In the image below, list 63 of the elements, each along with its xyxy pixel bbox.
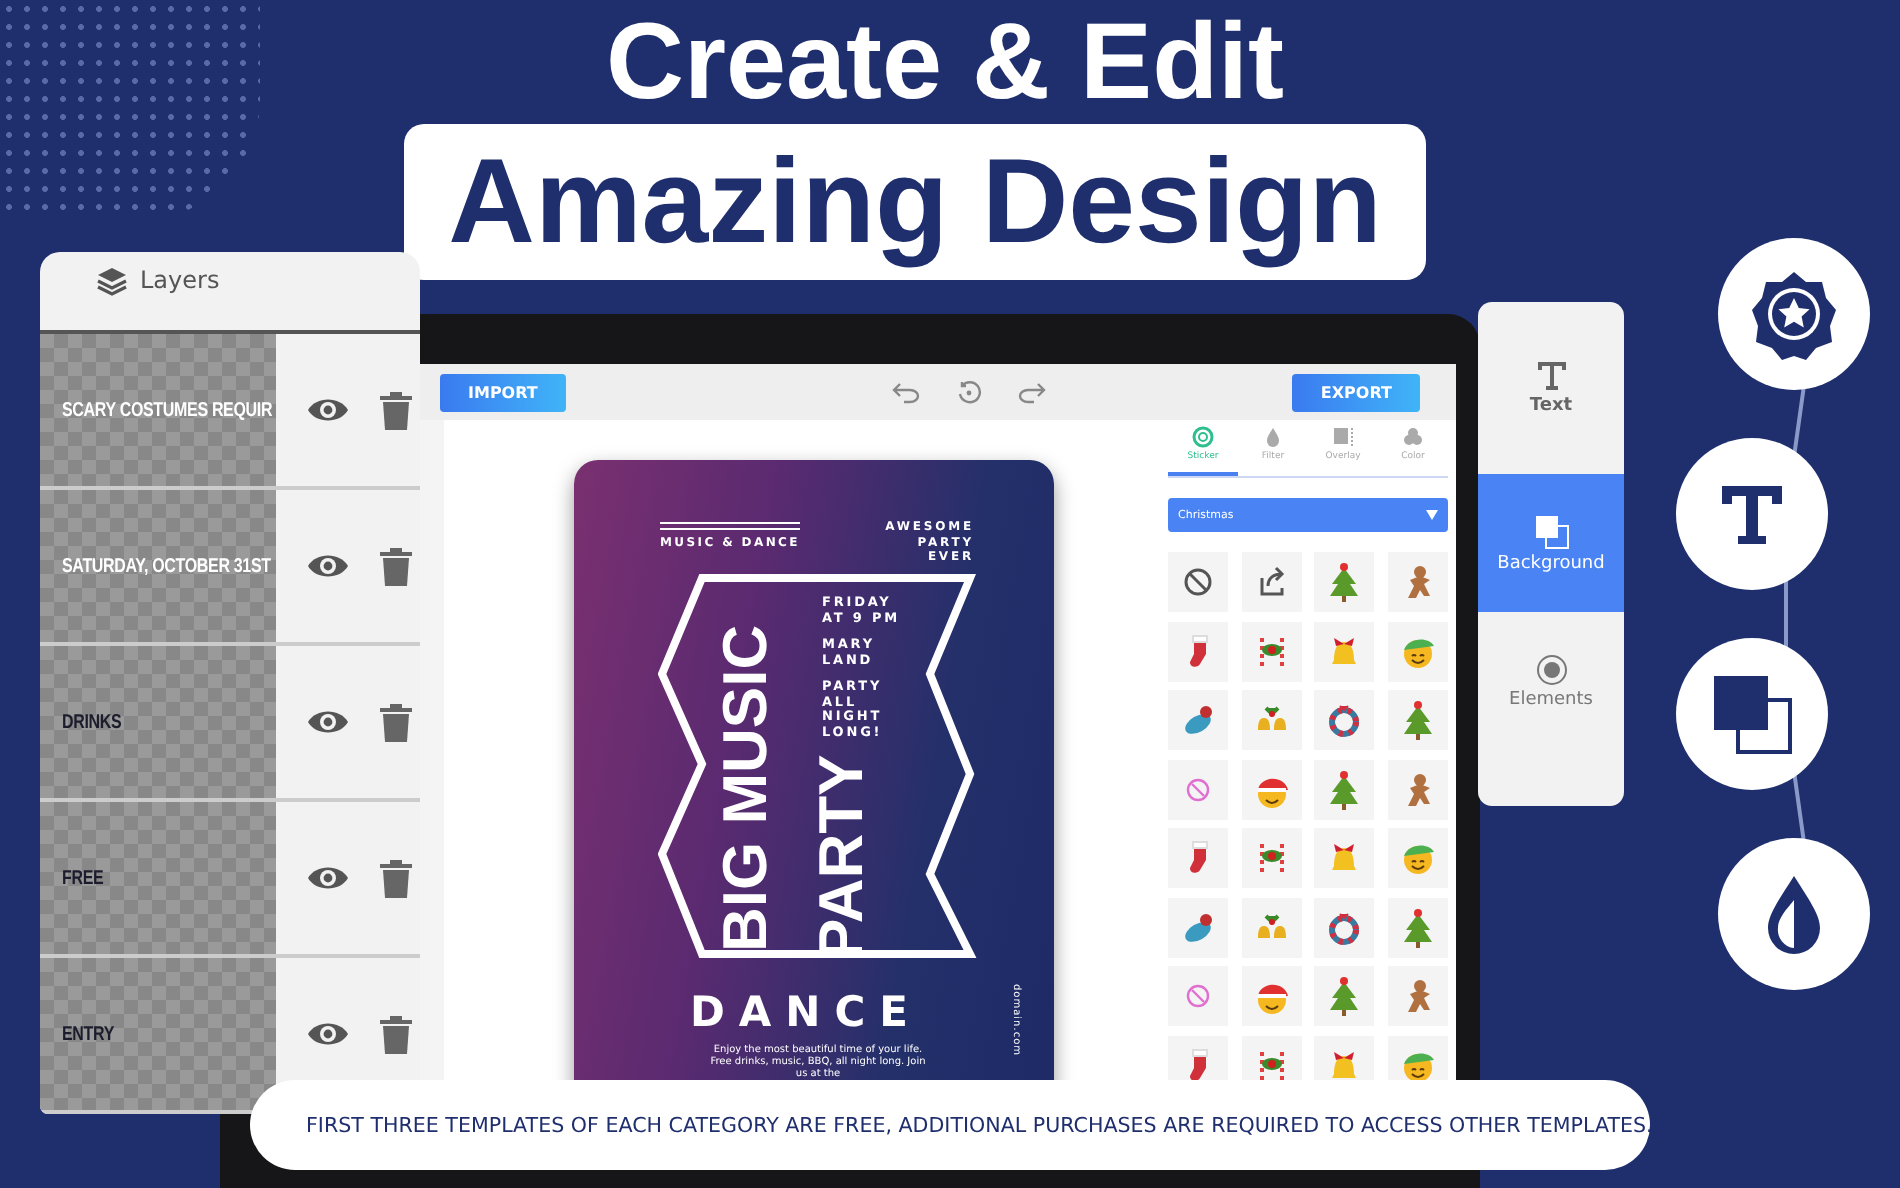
sticker-button[interactable]	[1241, 690, 1302, 750]
sticker-button[interactable]	[1241, 897, 1302, 957]
sticker-button[interactable]	[1314, 1035, 1375, 1084]
undo-icon[interactable]	[892, 380, 921, 404]
sticker-button[interactable]	[1314, 690, 1375, 750]
sticker-button[interactable]	[1387, 759, 1448, 819]
export-button[interactable]: EXPORT	[1292, 373, 1420, 411]
headline-banner: Amazing Design	[404, 124, 1426, 280]
eye-icon[interactable]	[306, 708, 350, 736]
layers-icon	[96, 266, 128, 296]
eye-icon[interactable]	[306, 552, 350, 580]
sticker-button[interactable]	[1387, 897, 1448, 957]
side-menu-item[interactable]: Elements	[1478, 612, 1624, 750]
poster-title: DANCE	[690, 988, 923, 1036]
eye-icon[interactable]	[306, 396, 350, 424]
drop-icon	[1262, 426, 1284, 448]
sticker-button[interactable]	[1168, 1035, 1228, 1084]
layer-thumbnail[interactable]: FREE	[40, 802, 276, 954]
trash-icon[interactable]	[380, 859, 412, 897]
panel-title: Layers	[140, 266, 220, 294]
sticker-button[interactable]	[1387, 690, 1448, 750]
eye-icon[interactable]	[306, 1020, 350, 1048]
sticker-button[interactable]	[1168, 690, 1228, 750]
side-menu-item[interactable]: Text	[1478, 302, 1624, 474]
sticker-button[interactable]	[1241, 759, 1302, 819]
layer-thumbnail[interactable]: ENTRY	[40, 958, 276, 1110]
sticker-button[interactable]	[1168, 828, 1228, 888]
sticker-button[interactable]	[1241, 621, 1302, 681]
sticker-button[interactable]	[1314, 552, 1375, 612]
circles-icon	[1402, 426, 1424, 448]
sticker-button[interactable]	[1168, 621, 1228, 681]
text-icon	[1535, 360, 1567, 392]
sticker-button[interactable]	[1387, 552, 1448, 612]
reset-icon[interactable]	[956, 379, 983, 405]
squares-icon	[1533, 513, 1569, 549]
radio-icon	[1535, 653, 1567, 685]
sticker-button[interactable]	[1241, 966, 1302, 1026]
redo-icon[interactable]	[1018, 380, 1047, 404]
eye-icon[interactable]	[306, 864, 350, 892]
sticker-button[interactable]	[1314, 966, 1375, 1026]
poster-headline: BIG MUSIC	[714, 624, 778, 952]
trash-icon[interactable]	[380, 1015, 412, 1053]
sticker-button[interactable]	[1387, 1035, 1448, 1084]
import-button[interactable]: IMPORT	[440, 373, 566, 411]
sticker-button[interactable]	[1168, 897, 1228, 957]
layer-thumbnail[interactable]: SATURDAY, OCTOBER 31ST	[40, 490, 276, 642]
sticker-button[interactable]	[1314, 759, 1375, 819]
square-icon	[1332, 426, 1354, 448]
layer-thumbnail[interactable]: DRINKS	[40, 646, 276, 798]
sticker-button[interactable]	[1241, 828, 1302, 888]
trash-icon[interactable]	[380, 391, 412, 429]
sticker-button[interactable]	[1241, 1035, 1302, 1084]
sticker-button[interactable]	[1314, 897, 1375, 957]
notice-banner: FIRST THREE TEMPLATES OF EACH CATEGORY ARE FREE, ADDITIONAL PURCHASES ARE REQUIRED TO ACCESS OTHER TEMPLATES.	[250, 1080, 1650, 1170]
side-menu-item[interactable]: Background	[1478, 474, 1624, 612]
trash-icon[interactable]	[380, 547, 412, 585]
sticker-button[interactable]	[1387, 966, 1448, 1026]
trash-icon[interactable]	[380, 703, 412, 741]
caret-icon	[1426, 510, 1438, 520]
layer-thumbnail[interactable]: SCARY COSTUMES REQUIR	[40, 334, 276, 486]
sticker-button[interactable]	[1241, 552, 1302, 612]
sticker-button[interactable]	[1168, 552, 1228, 612]
headline: Create & Edit	[605, 0, 1285, 124]
